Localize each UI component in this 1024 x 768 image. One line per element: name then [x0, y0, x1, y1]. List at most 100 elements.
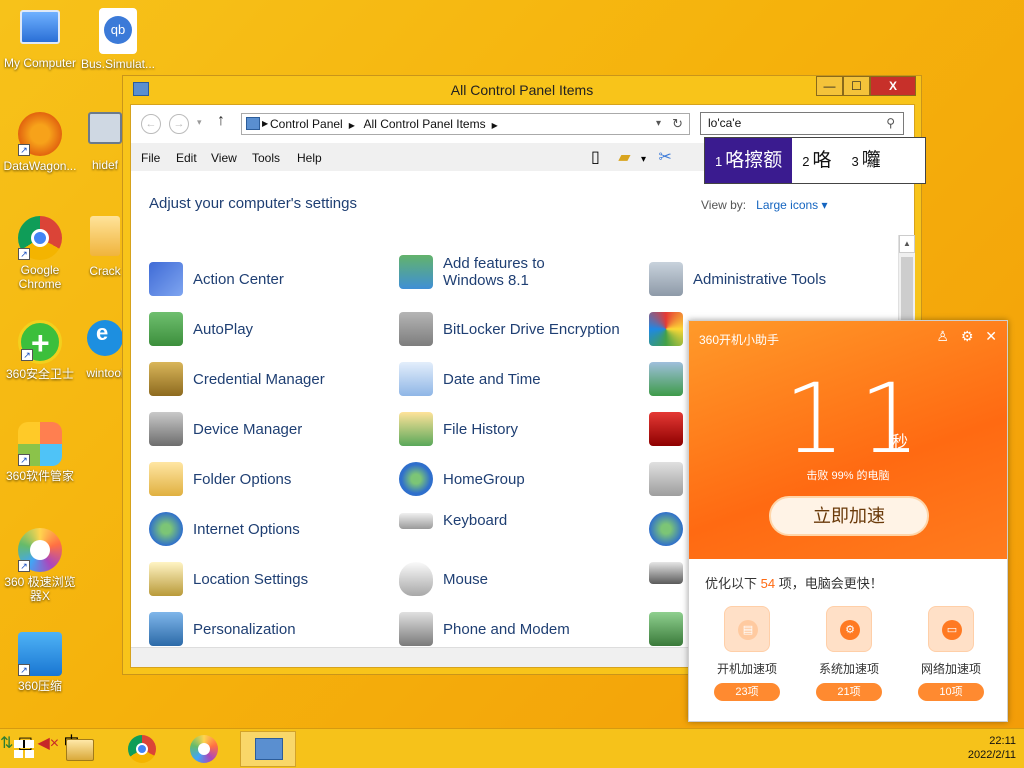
ime-candidate-3[interactable]: 3囖: [842, 138, 891, 183]
cp-item-folder-options[interactable]: Folder Options: [149, 462, 291, 496]
cp-item-internet-options[interactable]: Internet Options: [149, 512, 300, 546]
cp-item-date-time[interactable]: Date and Time: [399, 362, 541, 396]
desktop-icon-360-safe[interactable]: + ↗ 360安全卫士: [0, 320, 80, 381]
forward-button[interactable]: →: [169, 114, 189, 134]
desktop-icon-bus-simulator[interactable]: qb Bus.Simulat...: [78, 8, 158, 71]
address-bar[interactable]: ▶ Control Panel ▶ All Control Panel Items…: [241, 113, 690, 135]
network-items-icon: ▭: [928, 606, 974, 652]
boot-items-icon: ▤: [724, 606, 770, 652]
chevron-right-icon: ▶: [491, 121, 498, 130]
skin-icon[interactable]: ♙: [936, 328, 949, 344]
360-safe-icon: + ↗: [18, 320, 62, 364]
scroll-up-button[interactable]: ▲: [899, 235, 915, 253]
close-icon[interactable]: ✕: [985, 328, 997, 344]
desktop-icon-label: 360压缩: [17, 679, 63, 693]
cp-item-phone-modem[interactable]: Phone and Modem: [399, 612, 570, 646]
taskbar-360-browser[interactable]: [186, 733, 222, 765]
desktop-icon-360-browser[interactable]: ↗ 360 极速浏览器X: [0, 528, 80, 603]
search-input[interactable]: lo'ca'e ⚲: [700, 112, 904, 135]
360-zip-icon: ↗: [18, 632, 62, 676]
add-features-icon: [399, 255, 433, 289]
boost-now-button[interactable]: 立即加速: [769, 496, 929, 536]
preview-pane-icon[interactable]: ▯: [591, 149, 600, 166]
desktop-icon-label: hidef: [91, 158, 119, 172]
cp-item-language[interactable]: [649, 512, 693, 546]
menu-view[interactable]: View: [211, 151, 237, 165]
ime-candidate-window[interactable]: 1 咯擦额 2咯 3囖: [704, 137, 926, 184]
category-system-items[interactable]: ⚙ 系统加速项 21项: [799, 606, 899, 701]
cp-item-administrative-tools[interactable]: Administrative Tools: [649, 262, 826, 296]
clock[interactable]: 22:11 2022/2/11: [968, 734, 1016, 762]
window-titlebar[interactable]: All Control Panel Items — ☐ X: [123, 76, 921, 104]
close-button[interactable]: X: [870, 76, 916, 96]
folder-check-icon[interactable]: ▰: [618, 149, 630, 166]
clock-date: 2022/2/11: [967, 749, 1016, 761]
boot-assistant-panel[interactable]: 360开机小助手 ♙ ⚙ ✕ 11 秒 击败 99% 的电脑 立即加速 优化以下…: [688, 320, 1008, 722]
gear-icon[interactable]: ⚙: [961, 328, 974, 344]
ime-candidate-1[interactable]: 1 咯擦额: [705, 138, 793, 183]
category-count-badge[interactable]: 10项: [918, 683, 984, 701]
category-count-badge[interactable]: 23项: [714, 683, 780, 701]
menu-edit[interactable]: Edit: [176, 151, 197, 165]
cp-item-location-settings[interactable]: Location Settings: [149, 562, 308, 596]
scissors-icon[interactable]: ✂: [659, 149, 672, 166]
cp-item-credential-manager[interactable]: Credential Manager: [149, 362, 325, 396]
category-network-items[interactable]: ▭ 网络加速项 10项: [901, 606, 1001, 701]
maximize-button[interactable]: ☐: [843, 76, 870, 96]
cp-item-autoplay[interactable]: AutoPlay: [149, 312, 253, 346]
back-button[interactable]: ←: [141, 114, 161, 134]
taskbar-chrome[interactable]: [124, 733, 160, 765]
view-by-dropdown[interactable]: Large icons ▾: [756, 198, 827, 212]
desktop-icon-360-zip[interactable]: ↗ 360压缩: [0, 632, 80, 693]
cp-item-color[interactable]: [649, 312, 693, 346]
ime-candidate-2[interactable]: 2咯: [792, 138, 841, 183]
chevron-down-icon[interactable]: ▾: [641, 154, 646, 165]
menu-file[interactable]: File: [141, 151, 160, 165]
cp-item-power-options[interactable]: [649, 612, 693, 646]
breadcrumb-control-panel[interactable]: Control Panel: [270, 117, 343, 131]
taskbar-control-panel[interactable]: [240, 731, 296, 767]
cp-item-bitlocker[interactable]: BitLocker Drive Encryption: [399, 312, 620, 346]
cp-item-add-features[interactable]: Add features to Windows 8.1: [399, 255, 599, 289]
cp-item-keyboard[interactable]: Keyboard: [399, 512, 507, 529]
cp-item-mouse[interactable]: Mouse: [399, 562, 488, 596]
desktop-icon-360-software[interactable]: ↗ 360软件管家: [0, 422, 80, 483]
file-history-icon: [399, 412, 433, 446]
desktop-icon-datawagon[interactable]: ↗ DataWagon...: [0, 112, 80, 173]
menu-tools[interactable]: Tools: [252, 151, 280, 165]
menu-help[interactable]: Help: [297, 151, 322, 165]
personalization-icon: [149, 612, 183, 646]
cp-item-default-programs[interactable]: [649, 362, 693, 396]
recent-dropdown-icon[interactable]: ▾: [197, 117, 202, 128]
datawagon-icon: ↗: [18, 112, 62, 156]
breadcrumb-all-items[interactable]: All Control Panel Items: [364, 117, 486, 131]
category-label: 网络加速项: [920, 662, 981, 676]
cp-item-indexing[interactable]: [649, 462, 693, 496]
folder-icon: [90, 216, 120, 256]
cp-item-network[interactable]: [649, 562, 693, 584]
cp-item-device-manager[interactable]: Device Manager: [149, 412, 302, 446]
cp-item-file-history[interactable]: File History: [399, 412, 518, 446]
category-boot-items[interactable]: ▤ 开机加速项 23项: [697, 606, 797, 701]
cp-item-homegroup[interactable]: HomeGroup: [399, 462, 525, 496]
refresh-icon[interactable]: ↻: [672, 114, 683, 134]
desktop-icon-label: Google Chrome: [18, 263, 62, 291]
cp-item-personalization[interactable]: Personalization: [149, 612, 296, 646]
taskbar-file-explorer[interactable]: [62, 733, 98, 765]
desktop-icon-my-computer[interactable]: My Computer: [0, 10, 80, 70]
desktop-icon-label: 360 极速浏览器X: [4, 575, 76, 603]
desktop-icon-google-chrome[interactable]: ↗ Google Chrome: [0, 216, 80, 291]
chevron-down-icon[interactable]: ▾: [656, 114, 661, 134]
cp-item-flash-player[interactable]: [649, 412, 693, 446]
device-manager-icon: [149, 412, 183, 446]
category-count-badge[interactable]: 21项: [816, 683, 882, 701]
minimize-button[interactable]: —: [816, 76, 843, 96]
start-button[interactable]: [6, 733, 42, 765]
shortcut-arrow-icon: ↗: [21, 349, 33, 361]
search-icon[interactable]: ⚲: [886, 113, 895, 134]
shortcut-arrow-icon: ↗: [18, 248, 30, 260]
system-items-icon: ⚙: [826, 606, 872, 652]
up-arrow-icon[interactable]: ↑: [217, 112, 225, 130]
computer-icon: [20, 10, 60, 44]
cp-item-action-center[interactable]: Action Center: [149, 262, 284, 296]
